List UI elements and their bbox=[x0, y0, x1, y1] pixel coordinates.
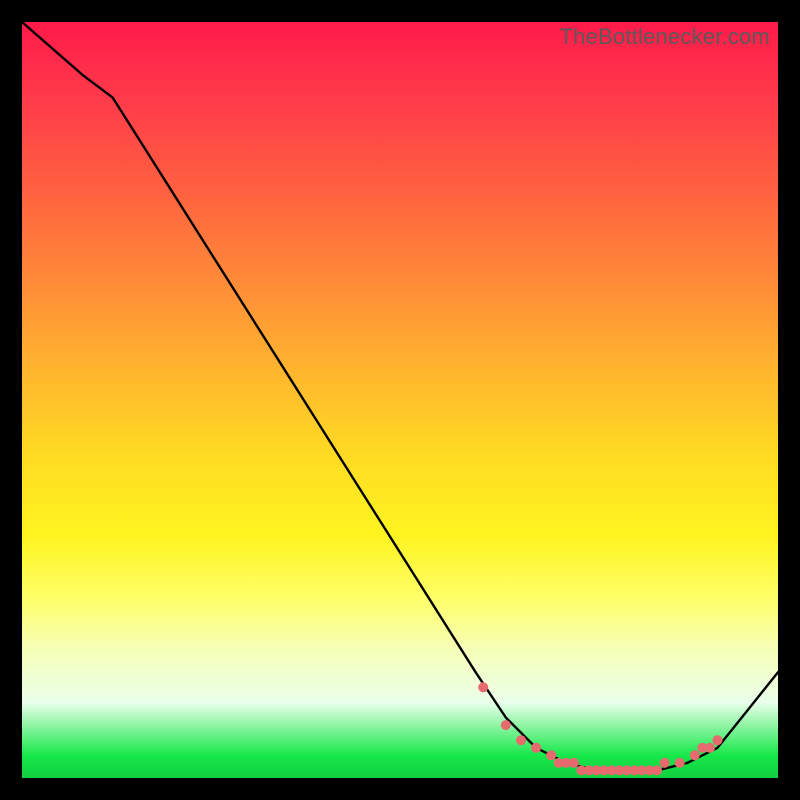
highlight-markers bbox=[478, 682, 722, 775]
marker-dot bbox=[652, 765, 662, 775]
marker-dot bbox=[660, 758, 670, 768]
marker-dot bbox=[516, 735, 526, 745]
chart-plot-area: TheBottlenecker.com bbox=[22, 22, 778, 778]
chart-svg bbox=[22, 22, 778, 778]
marker-dot bbox=[705, 743, 715, 753]
marker-dot bbox=[501, 720, 511, 730]
marker-dot bbox=[569, 758, 579, 768]
marker-dot bbox=[478, 682, 488, 692]
marker-dot bbox=[690, 750, 700, 760]
marker-dot bbox=[531, 743, 541, 753]
marker-dot bbox=[675, 758, 685, 768]
marker-dot bbox=[713, 735, 723, 745]
chart-frame: TheBottlenecker.com bbox=[0, 0, 800, 800]
bottleneck-curve-line bbox=[22, 22, 778, 770]
marker-dot bbox=[546, 750, 556, 760]
